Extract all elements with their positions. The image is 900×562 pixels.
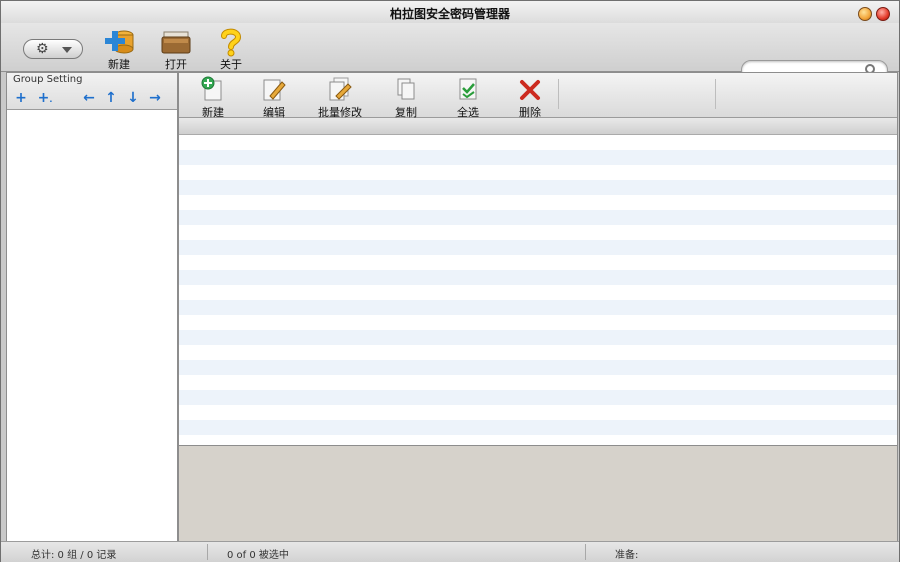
question-mark-icon — [221, 28, 242, 57]
add-group-icon[interactable]: + — [13, 91, 29, 105]
new-database-button[interactable]: 新建 — [97, 25, 141, 71]
table-row[interactable] — [179, 330, 897, 345]
open-folder-icon — [161, 31, 191, 54]
detail-pane — [179, 445, 897, 542]
toolbar-divider — [558, 79, 559, 109]
table-row[interactable] — [179, 360, 897, 375]
open-button[interactable]: 打开 — [154, 25, 198, 71]
batch-edit-button[interactable]: 批量修改 — [311, 76, 369, 119]
main-toolbar: ⚙ 新建 打开 关于 — [1, 23, 899, 80]
table-row[interactable] — [179, 345, 897, 360]
table-row[interactable] — [179, 165, 897, 180]
table-row[interactable] — [179, 180, 897, 195]
delete-button[interactable]: 删除 — [505, 76, 555, 119]
table-row[interactable] — [179, 150, 897, 165]
title-bar: 柏拉图安全密码管理器 — [1, 1, 899, 23]
arrow-left-icon[interactable]: ← — [81, 91, 97, 105]
entries-toolbar: 新建 编辑 批量修改 复制 全选 删除 — [179, 73, 897, 119]
edit-icon — [263, 79, 286, 101]
new-entry-icon — [201, 76, 222, 101]
table-row[interactable] — [179, 390, 897, 405]
status-ready: 准备: — [615, 550, 639, 561]
new-database-icon — [105, 30, 134, 54]
entries-panel: 新建 编辑 批量修改 复制 全选 删除 — [178, 72, 898, 542]
table-row[interactable] — [179, 255, 897, 270]
minimize-button[interactable] — [858, 7, 872, 21]
arrow-right-icon[interactable]: → — [147, 91, 163, 105]
toolbar-divider — [715, 79, 716, 109]
new-entry-button[interactable]: 新建 — [188, 76, 238, 119]
table-row[interactable] — [179, 285, 897, 300]
table-row[interactable] — [179, 300, 897, 315]
gear-icon: ⚙ — [36, 41, 49, 57]
table-row[interactable] — [179, 420, 897, 435]
copy-button[interactable]: 复制 — [381, 76, 431, 119]
chevron-down-icon — [62, 47, 72, 53]
edit-button[interactable]: 编辑 — [249, 76, 299, 119]
delete-icon — [520, 80, 540, 100]
settings-menu-button[interactable]: ⚙ — [23, 39, 83, 59]
batch-edit-icon — [329, 77, 352, 101]
open-label: 打开 — [165, 58, 187, 71]
add-subgroup-icon[interactable]: +. — [37, 91, 53, 105]
table-row[interactable] — [179, 405, 897, 420]
select-all-icon — [459, 78, 477, 100]
status-divider — [585, 544, 586, 560]
close-button[interactable] — [876, 7, 890, 21]
new-database-label: 新建 — [108, 58, 130, 71]
arrow-down-icon[interactable]: ↓ — [125, 91, 141, 105]
about-button[interactable]: 关于 — [209, 25, 253, 71]
group-panel-title: Group Setting — [13, 74, 83, 85]
copy-icon — [397, 78, 415, 100]
status-totals: 总计: 0 组 / 0 记录 — [31, 550, 117, 561]
select-all-button[interactable]: 全选 — [443, 76, 493, 119]
status-selection: 0 of 0 被选中 — [227, 550, 289, 561]
table-row[interactable] — [179, 240, 897, 255]
status-divider — [207, 544, 208, 560]
about-label: 关于 — [220, 58, 242, 71]
app-window: 柏拉图安全密码管理器 ⚙ 新建 打开 关于 Group Setting + +.… — [0, 0, 900, 562]
group-panel: Group Setting + +. ← ↑ ↓ → — [6, 72, 178, 542]
table-row[interactable] — [179, 270, 897, 285]
table-row[interactable] — [179, 375, 897, 390]
table-row[interactable] — [179, 210, 897, 225]
table-row[interactable] — [179, 195, 897, 210]
status-bar: 总计: 0 组 / 0 记录 0 of 0 被选中 准备: — [1, 541, 899, 562]
group-panel-header: Group Setting + +. ← ↑ ↓ → — [7, 73, 177, 110]
table-row[interactable] — [179, 225, 897, 240]
table-row[interactable] — [179, 135, 897, 150]
arrow-up-icon[interactable]: ↑ — [103, 91, 119, 105]
table-row[interactable] — [179, 315, 897, 330]
window-title: 柏拉图安全密码管理器 — [389, 7, 510, 21]
entries-table[interactable] — [179, 135, 897, 445]
table-header[interactable] — [179, 118, 897, 135]
